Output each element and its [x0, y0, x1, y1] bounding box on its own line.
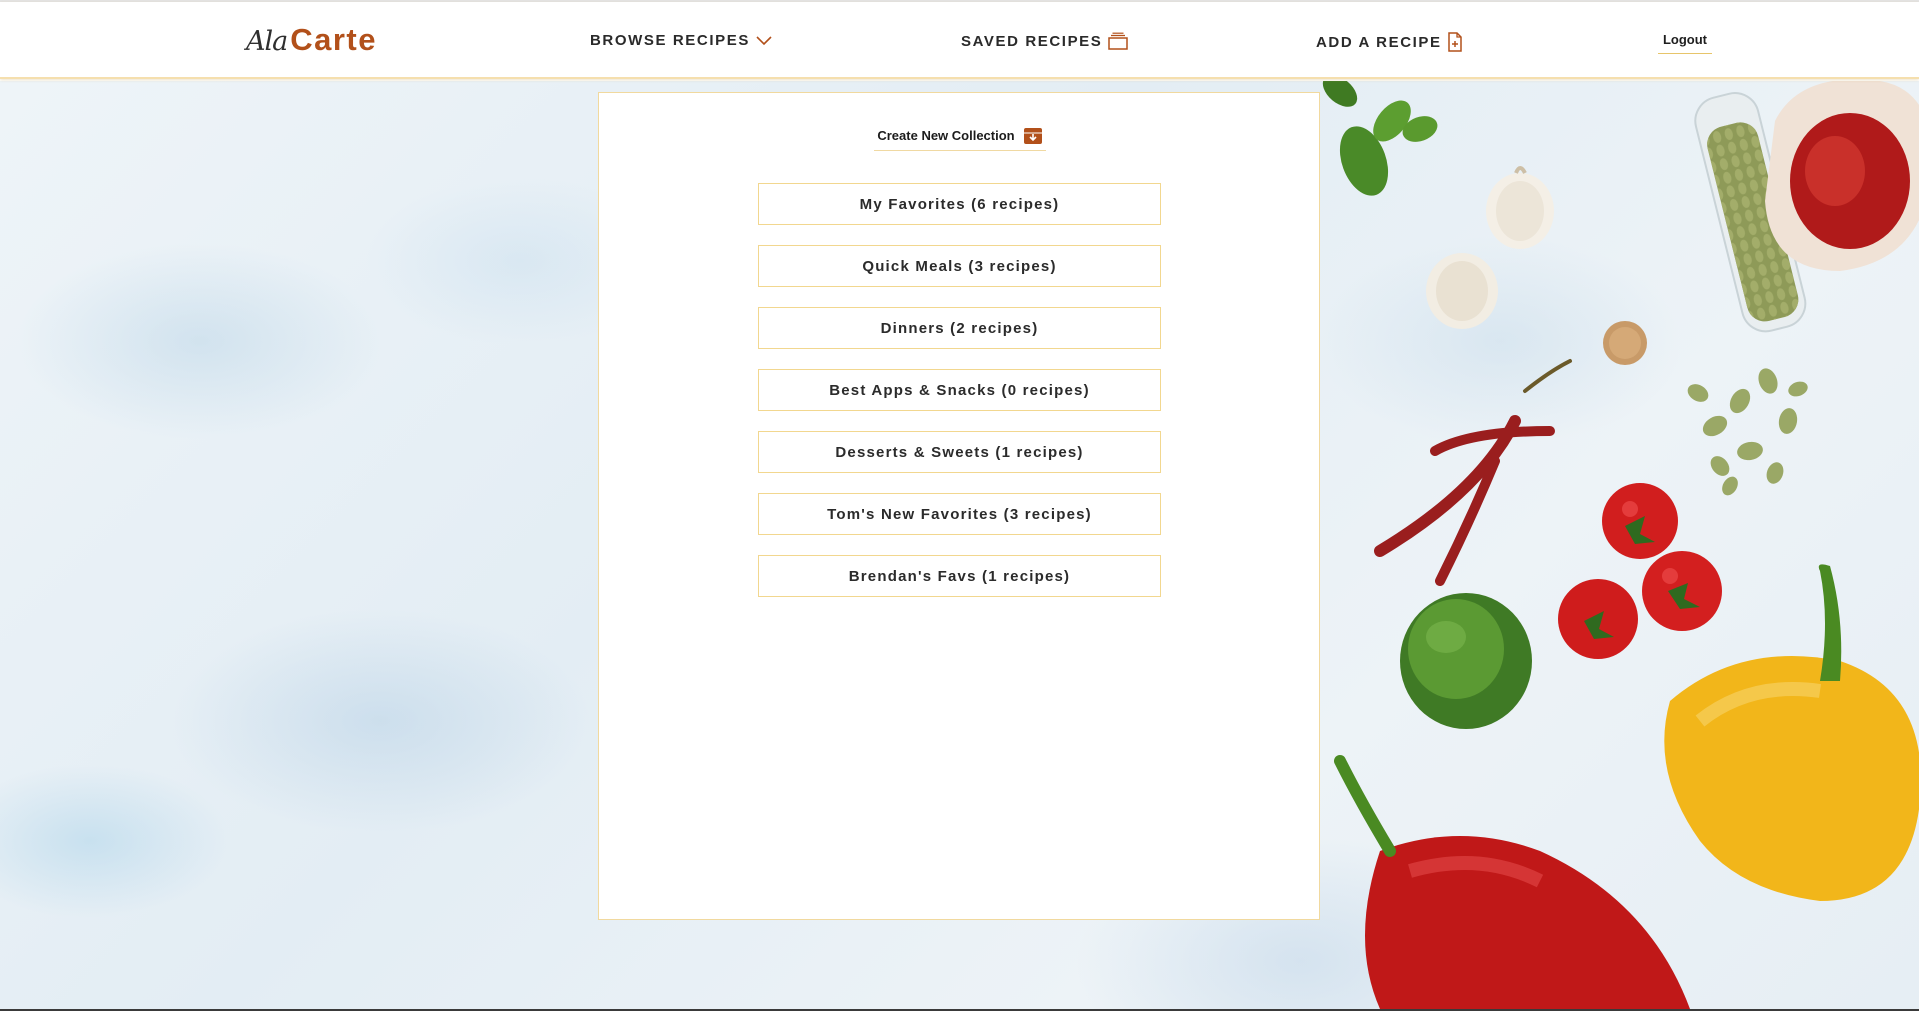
collection-item-quick-meals[interactable]: Quick Meals (3 recipes) [758, 245, 1161, 287]
brand-name: Carte [290, 22, 377, 57]
box-download-icon [1023, 127, 1043, 145]
create-collection-label: Create New Collection [877, 128, 1015, 143]
chili-peppers-image [1374, 359, 1572, 586]
top-navbar: Ala Carte BROWSE RECIPES SAVED RECIPES A… [0, 2, 1919, 79]
collection-item-toms-new-favorites[interactable]: Tom's New Favorites (3 recipes) [758, 493, 1161, 535]
brand-script: Ala [246, 26, 288, 57]
nav-browse-label: BROWSE RECIPES [590, 32, 750, 49]
create-new-collection-button[interactable]: Create New Collection [874, 125, 1046, 151]
collection-list: My Favorites (6 recipes) Quick Meals (3 … [758, 183, 1161, 617]
nav-saved-label: SAVED RECIPES [961, 32, 1103, 50]
collection-item-desserts-sweets[interactable]: Desserts & Sweets (1 recipes) [758, 431, 1161, 473]
nav-add-label: ADD A RECIPE [1316, 33, 1442, 51]
basil-leaves-image [1322, 81, 1438, 196]
garlic-image [1426, 166, 1554, 329]
collection-item-best-apps-snacks[interactable]: Best Apps & Snacks (0 recipes) [758, 369, 1161, 411]
cherry-tomatoes-image [1558, 483, 1722, 659]
brand-logo[interactable]: Ala Carte [246, 22, 377, 62]
red-bell-pepper-image [1334, 755, 1690, 1009]
recipe-box-icon [1107, 32, 1129, 50]
nav-add-recipe[interactable]: ADD A RECIPE [1316, 32, 1463, 52]
logout-button[interactable]: Logout [1658, 32, 1712, 54]
ketchup-bowl-image [1765, 81, 1919, 271]
collections-panel: Create New Collection My Favorites (6 re… [598, 92, 1320, 920]
pumpkin-seeds-image [1687, 368, 1808, 496]
chevron-down-icon [755, 35, 773, 47]
nav-browse-recipes[interactable]: BROWSE RECIPES [590, 32, 773, 49]
lime-image [1400, 593, 1532, 729]
nav-saved-recipes[interactable]: SAVED RECIPES [961, 32, 1129, 50]
collection-item-dinners[interactable]: Dinners (2 recipes) [758, 307, 1161, 349]
collection-item-brendans-favs[interactable]: Brendan's Favs (1 recipes) [758, 555, 1161, 597]
vegetables-decoration-image [1320, 81, 1919, 1009]
add-document-icon [1447, 32, 1463, 52]
collection-item-my-favorites[interactable]: My Favorites (6 recipes) [758, 183, 1161, 225]
